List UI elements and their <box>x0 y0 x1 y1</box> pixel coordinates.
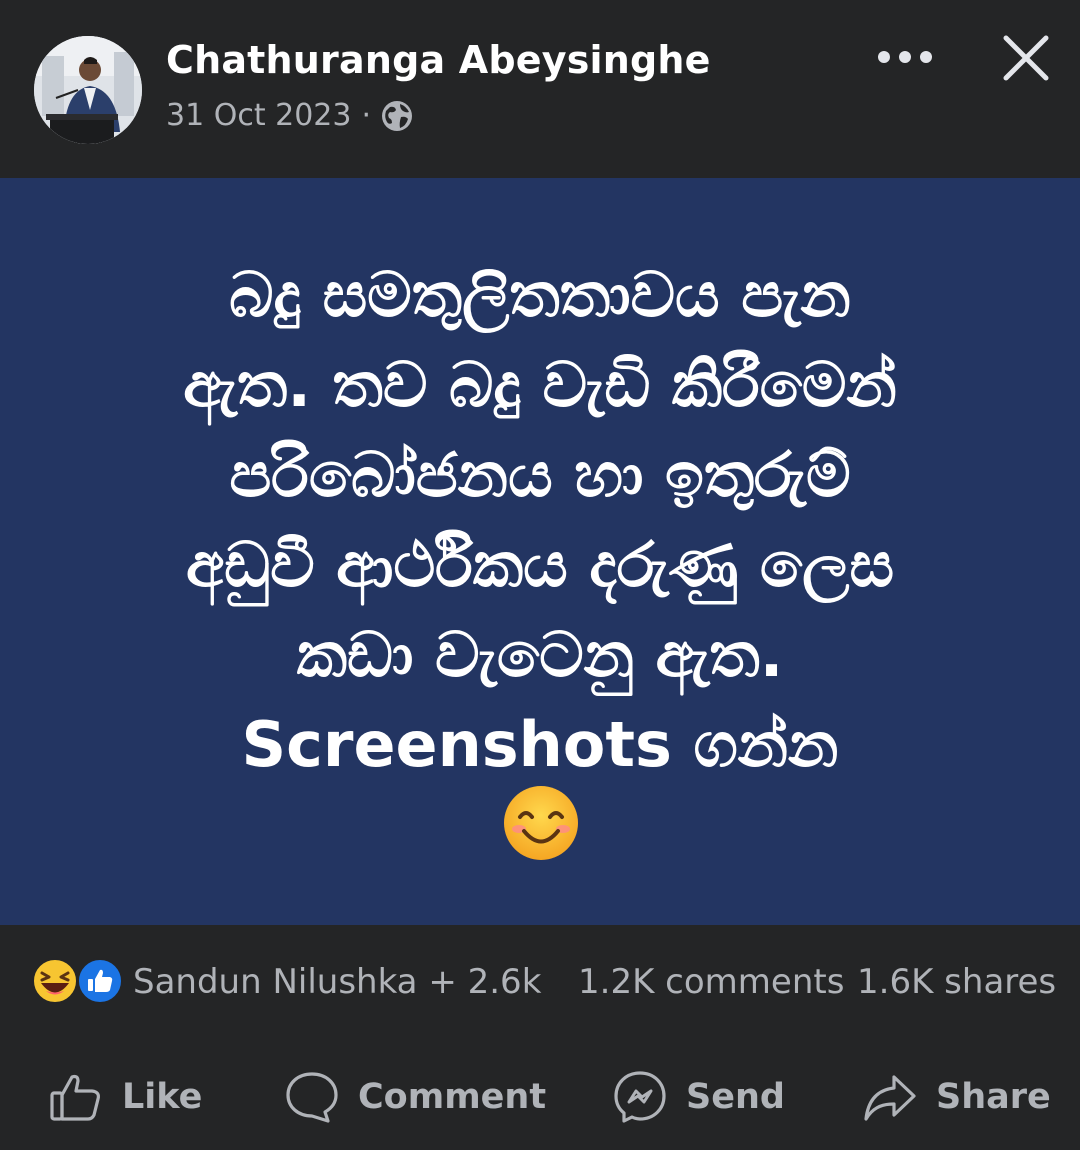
post-header: Chathuranga Abeysinghe 31 Oct 2023 · <box>0 0 1080 178</box>
action-bar: Like Comment Send Share <box>0 1050 1080 1142</box>
post-line: Screenshots ගන්න <box>241 708 839 781</box>
post-stats: Sandun Nilushka + 2.6k 1.2K comments 1.6… <box>0 925 1080 1035</box>
meta-separator: · <box>361 98 372 133</box>
messenger-icon <box>614 1071 666 1123</box>
share-arrow-icon <box>864 1075 916 1121</box>
post-line: පරිබෝජනය හා ඉතුරුම් <box>229 438 851 511</box>
post-meta: 31 Oct 2023 · <box>166 98 413 133</box>
send-button[interactable]: Send <box>612 1068 785 1126</box>
send-label: Send <box>686 1077 785 1117</box>
post-line: අඩුවී ආර්ථිකය දරුණු ලෙස <box>185 528 895 601</box>
close-icon <box>1003 35 1049 81</box>
globe-icon <box>382 100 413 131</box>
share-button[interactable]: Share <box>862 1068 1051 1126</box>
shares-count[interactable]: 1.6K shares <box>857 962 1056 1002</box>
author-name[interactable]: Chathuranga Abeysinghe <box>166 38 711 82</box>
like-label: Like <box>122 1077 203 1117</box>
like-reaction-icon <box>77 958 123 1004</box>
post-content[interactable]: බදු සමතුලිතතාවය පැන ඇත. තව බදු වැඩි කිරී… <box>0 178 1080 925</box>
post-line: බදු සමතුලිතතාවය පැන <box>229 258 851 331</box>
post-line: කඩා වැටෙනු ඇත. <box>296 618 784 691</box>
smiling-face-emoji <box>504 786 578 860</box>
comments-count[interactable]: 1.2K comments <box>578 962 844 1002</box>
comment-button[interactable]: Comment <box>284 1068 546 1126</box>
share-label: Share <box>936 1077 1051 1117</box>
close-button[interactable] <box>996 28 1056 88</box>
comment-bubble-icon <box>286 1072 338 1123</box>
post-date[interactable]: 31 Oct 2023 <box>166 98 351 133</box>
more-dots-icon <box>878 51 932 63</box>
avatar-photo <box>34 36 142 144</box>
post-line: ඇත. තව බදු වැඩි කිරීමෙන් <box>183 348 897 421</box>
post-viewer: Chathuranga Abeysinghe 31 Oct 2023 · බදු… <box>0 0 1080 1150</box>
comment-label: Comment <box>358 1077 547 1117</box>
post-text: බදු සමතුලිතතාවය පැන ඇත. තව බදු වැඩි කිරී… <box>60 250 1020 790</box>
more-options-button[interactable] <box>872 36 938 78</box>
thumbs-up-icon <box>50 1074 100 1121</box>
like-button[interactable]: Like <box>48 1068 202 1126</box>
reaction-icons[interactable] <box>32 958 124 1004</box>
laughing-emoji <box>32 958 78 1004</box>
reacted-by-text[interactable]: Sandun Nilushka + 2.6k <box>133 962 541 1002</box>
avatar[interactable] <box>34 36 142 144</box>
